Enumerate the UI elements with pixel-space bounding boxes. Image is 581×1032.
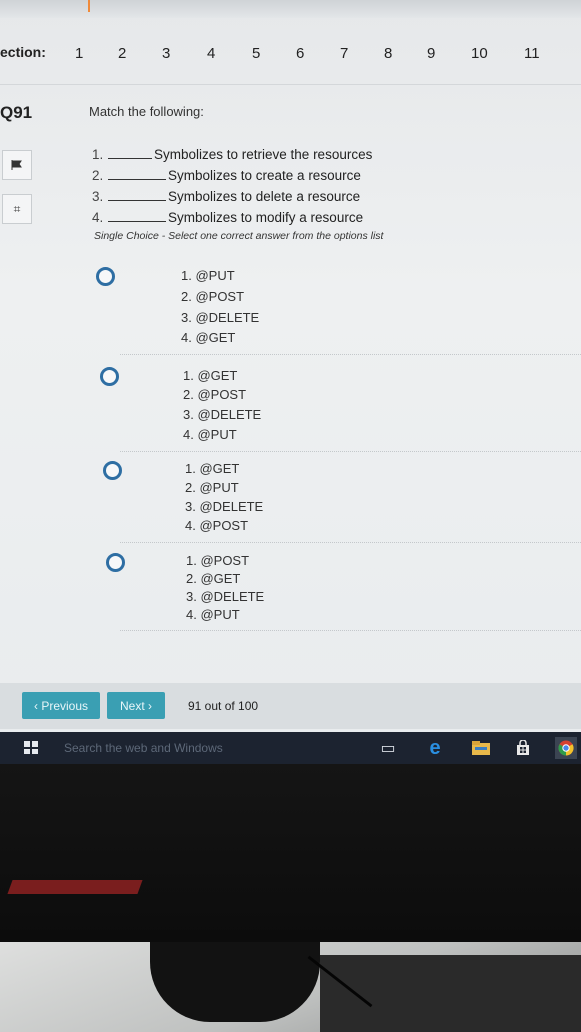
section-number-8[interactable]: 8 — [384, 45, 392, 62]
next-button[interactable]: Next › — [107, 692, 165, 719]
monitor-stand — [150, 942, 320, 1022]
file-explorer-icon[interactable] — [470, 737, 492, 759]
calculator-icon: ⌗ — [13, 201, 21, 216]
edge-browser-icon[interactable]: e — [424, 737, 446, 759]
answer-instructions: Single Choice - Select one correct answe… — [94, 230, 384, 242]
section-number-5[interactable]: 5 — [252, 45, 260, 62]
match-item-2: 2. Symbolizes to create a resource — [92, 168, 361, 183]
option-1-line-3: 3. @DELETE — [181, 310, 260, 325]
option-4-radio[interactable] — [106, 553, 125, 572]
monitor-screen: ection: 1 2 3 4 5 6 7 8 9 10 11 Q91 ⌗ Ma… — [0, 0, 581, 732]
option-3-line-4: 4. @POST — [185, 518, 249, 533]
option-1-line-2: 2. @POST — [181, 289, 245, 304]
store-icon[interactable] — [512, 737, 534, 759]
header-divider — [0, 84, 581, 85]
option-separator — [120, 354, 581, 355]
section-number-3[interactable]: 3 — [162, 45, 170, 62]
bezel-red-accent — [7, 880, 143, 894]
section-number-9[interactable]: 9 — [427, 45, 435, 62]
match-item-4: 4. Symbolizes to modify a resource — [92, 210, 364, 225]
flag-button[interactable] — [2, 150, 32, 180]
browser-top-strip — [0, 0, 581, 18]
section-label: ection: — [0, 44, 46, 60]
option-4-line-3: 3. @DELETE — [186, 589, 265, 604]
option-separator — [120, 630, 581, 631]
section-number-7[interactable]: 7 — [340, 45, 348, 62]
option-4-line-1: 1. @POST — [186, 553, 250, 568]
option-1-line-4: 4. @GET — [181, 330, 236, 345]
match-item-1: 1. Symbolizes to retrieve the resources — [92, 147, 373, 162]
question-number: Q91 — [0, 103, 33, 122]
monitor-stand-base — [320, 955, 581, 1032]
task-view-icon[interactable]: ▭ — [377, 737, 399, 759]
section-number-10[interactable]: 10 — [471, 45, 488, 62]
option-2-line-1: 1. @GET — [183, 368, 238, 383]
option-3-radio[interactable] — [103, 461, 122, 480]
calculator-button[interactable]: ⌗ — [2, 194, 32, 224]
section-number-6[interactable]: 6 — [296, 45, 304, 62]
section-number-11[interactable]: 11 — [524, 45, 540, 62]
option-3-line-3: 3. @DELETE — [185, 499, 264, 514]
taskbar-search-box[interactable]: Search the web and Windows — [64, 741, 223, 755]
option-4-line-2: 2. @GET — [186, 571, 241, 586]
monitor-bezel — [0, 764, 581, 942]
option-3-line-2: 2. @PUT — [185, 480, 239, 495]
option-2-line-2: 2. @POST — [183, 387, 247, 402]
option-1-radio[interactable] — [96, 267, 115, 286]
option-1-line-1: 1. @PUT — [181, 268, 235, 283]
section-number-4[interactable]: 4 — [207, 45, 215, 62]
previous-button[interactable]: ‹ Previous — [22, 692, 100, 719]
option-2-line-4: 4. @PUT — [183, 427, 237, 442]
option-2-radio[interactable] — [100, 367, 119, 386]
option-separator — [120, 451, 581, 452]
option-2-line-3: 3. @DELETE — [183, 407, 262, 422]
section-number-1[interactable]: 1 — [75, 45, 83, 62]
option-3-line-1: 1. @GET — [185, 461, 240, 476]
flag-icon — [11, 160, 22, 170]
section-number-2[interactable]: 2 — [118, 45, 126, 62]
match-item-3: 3. Symbolizes to delete a resource — [92, 189, 361, 204]
option-separator — [120, 542, 581, 543]
windows-start-icon[interactable] — [24, 741, 38, 754]
question-progress: 91 out of 100 — [188, 699, 259, 713]
option-4-line-4: 4. @PUT — [186, 607, 240, 622]
chrome-icon[interactable] — [555, 737, 577, 759]
question-prompt: Match the following: — [89, 104, 204, 119]
